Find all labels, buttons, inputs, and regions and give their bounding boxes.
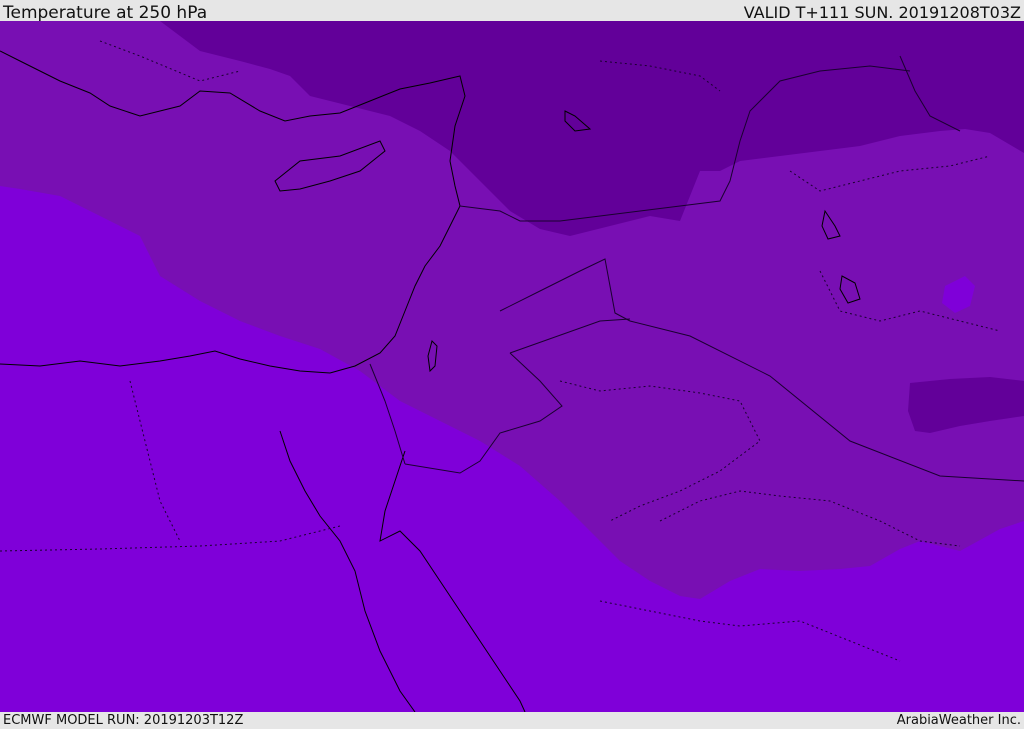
model-run: ECMWF MODEL RUN: 20191203T12Z (3, 713, 244, 728)
map-title: Temperature at 250 hPa (3, 3, 208, 23)
weather-map[interactable] (0, 21, 1024, 712)
footer-bar: ECMWF MODEL RUN: 20191203T12Z ArabiaWeat… (0, 712, 1024, 729)
credit-label: ArabiaWeather Inc. (896, 713, 1021, 728)
header-bar: Temperature at 250 hPa VALID T+111 SUN. … (0, 0, 1024, 23)
valid-time: VALID T+111 SUN. 20191208T03Z (743, 3, 1021, 22)
temperature-field-map (0, 21, 1024, 712)
